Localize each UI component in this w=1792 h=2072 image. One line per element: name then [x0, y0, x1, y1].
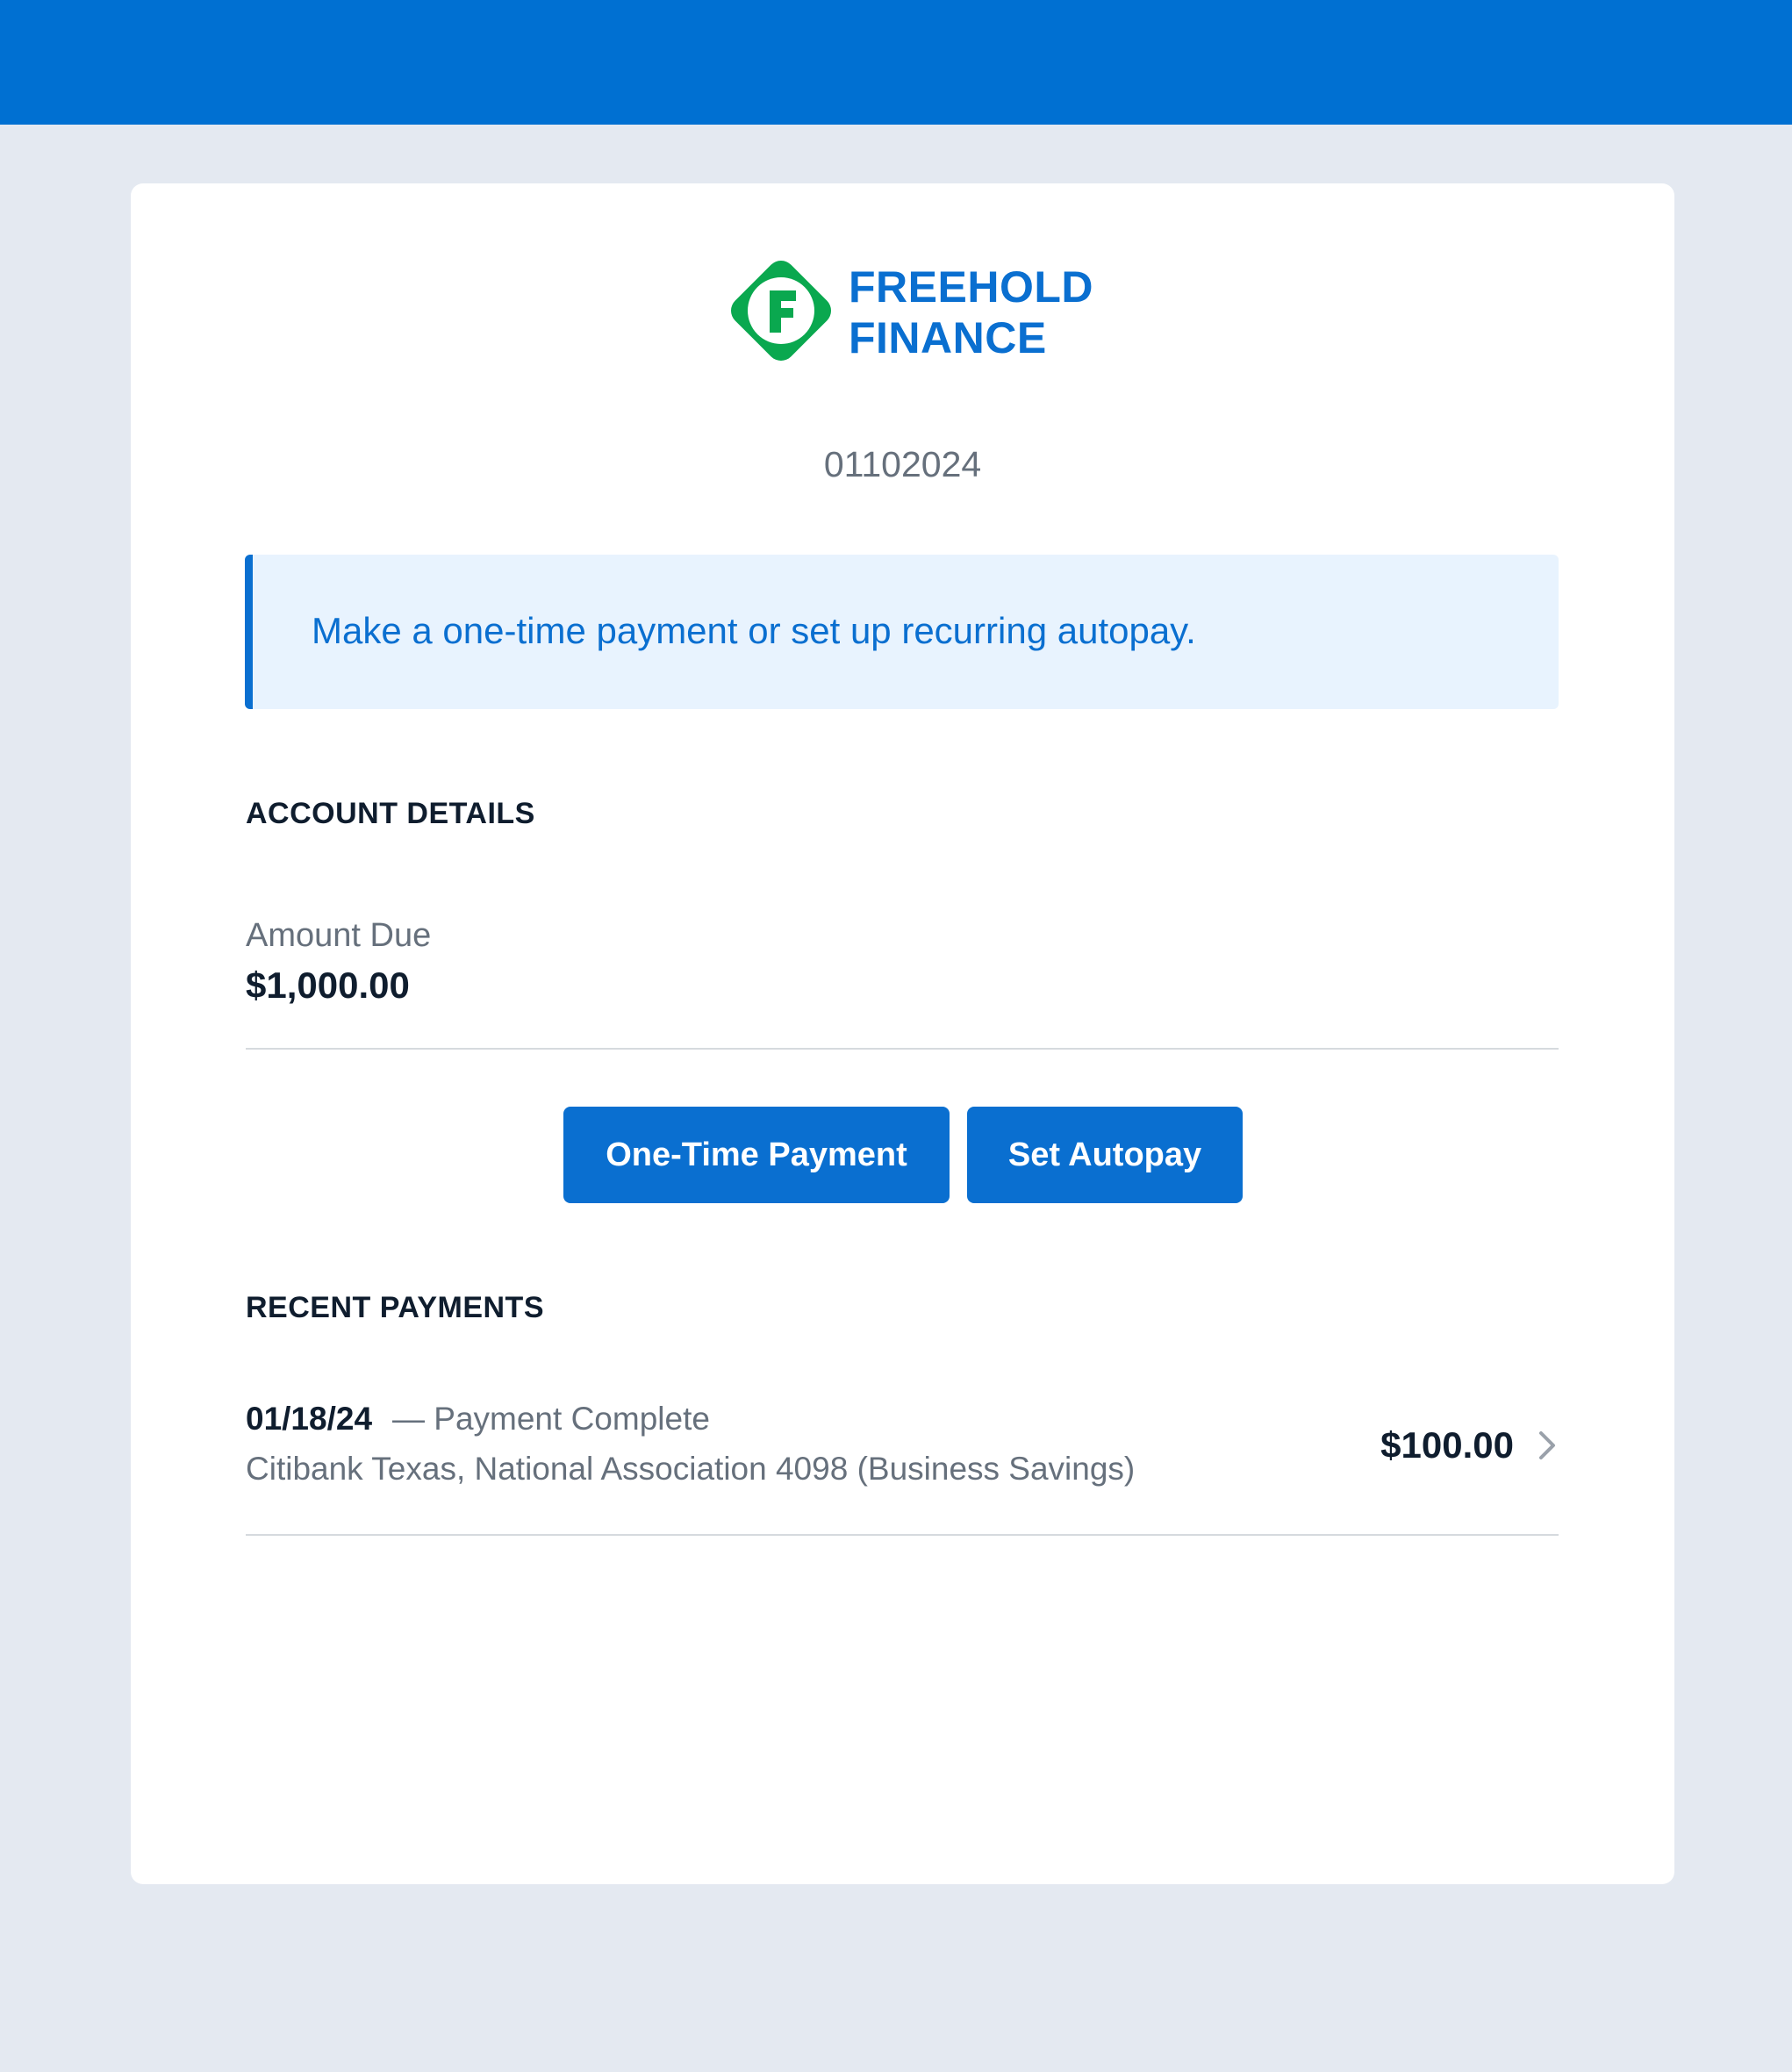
logo-line-1: FREEHOLD — [849, 262, 1093, 312]
logo-diamond-icon — [730, 260, 832, 362]
recent-payments-heading: RECENT PAYMENTS — [246, 1291, 544, 1324]
logo-wordmark: FREEHOLD FINANCE — [849, 262, 1093, 363]
set-autopay-button[interactable]: Set Autopay — [967, 1107, 1243, 1203]
payment-row[interactable]: 01/18/24 — Payment Complete Citibank Tex… — [246, 1399, 1559, 1531]
info-banner-text: Make a one-time payment or set up recurr… — [312, 610, 1196, 651]
one-time-payment-button[interactable]: One-Time Payment — [563, 1107, 950, 1203]
amount-due-value: $1,000.00 — [246, 964, 410, 1006]
divider — [246, 1048, 1559, 1050]
amount-due-label: Amount Due — [246, 917, 432, 954]
payment-amount: $100.00 — [1380, 1424, 1514, 1466]
payment-card: FREEHOLD FINANCE 01102024 Make a one-tim… — [131, 183, 1674, 1884]
top-header-bar — [0, 0, 1792, 125]
divider — [246, 1534, 1559, 1536]
payment-status: — Payment Complete — [392, 1401, 710, 1437]
freehold-finance-logo: FREEHOLD FINANCE — [717, 247, 1121, 378]
account-number: 01102024 — [823, 444, 982, 484]
logo-line-2: FINANCE — [849, 313, 1047, 362]
info-banner: Make a one-time payment or set up recurr… — [245, 555, 1559, 709]
account-details-heading: ACCOUNT DETAILS — [246, 797, 535, 830]
payment-bank-account: Citibank Texas, National Association 409… — [246, 1451, 1136, 1487]
chevron-right-icon[interactable] — [1536, 1430, 1559, 1461]
payment-date: 01/18/24 — [246, 1401, 373, 1437]
